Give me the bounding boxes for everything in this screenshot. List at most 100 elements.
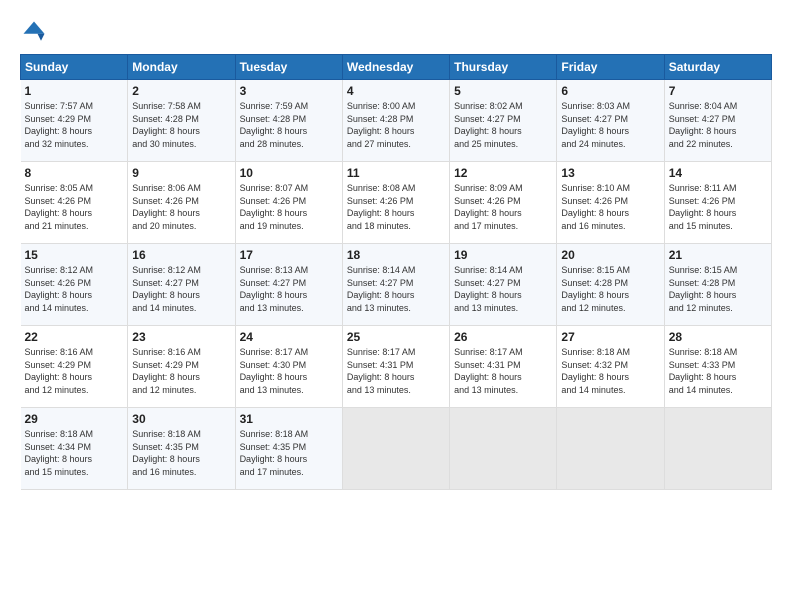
- calendar-cell: 2Sunrise: 7:58 AMSunset: 4:28 PMDaylight…: [128, 80, 235, 162]
- cell-text-line: Sunset: 4:27 PM: [347, 277, 445, 290]
- day-number: 20: [561, 248, 659, 262]
- calendar-cell: 20Sunrise: 8:15 AMSunset: 4:28 PMDayligh…: [557, 244, 664, 326]
- cell-text-line: Sunset: 4:26 PM: [25, 195, 124, 208]
- cell-text-line: Daylight: 8 hours: [669, 289, 767, 302]
- cell-text-line: Sunrise: 8:07 AM: [240, 182, 338, 195]
- cell-text-line: and 13 minutes.: [240, 302, 338, 315]
- cell-text-line: Sunset: 4:27 PM: [454, 277, 552, 290]
- cell-text-line: Sunset: 4:26 PM: [561, 195, 659, 208]
- cell-text-line: Sunrise: 8:13 AM: [240, 264, 338, 277]
- cell-text-line: Sunrise: 8:18 AM: [561, 346, 659, 359]
- cell-text-line: and 16 minutes.: [132, 466, 230, 479]
- cell-text-line: Sunrise: 8:09 AM: [454, 182, 552, 195]
- cell-text-line: and 12 minutes.: [132, 384, 230, 397]
- day-number: 2: [132, 84, 230, 98]
- cell-text-line: Sunrise: 7:57 AM: [25, 100, 124, 113]
- cell-text-line: Sunrise: 8:15 AM: [669, 264, 767, 277]
- cell-text-line: Sunrise: 8:17 AM: [347, 346, 445, 359]
- cell-text-line: Daylight: 8 hours: [454, 125, 552, 138]
- calendar-cell: 21 Sunrise: 8:15 AMSunset: 4:28 PMDayligh…: [664, 244, 771, 326]
- cell-text-line: and 12 minutes.: [25, 384, 124, 397]
- cell-text-line: Daylight: 8 hours: [132, 289, 230, 302]
- day-number: 21: [669, 248, 767, 262]
- weekday-saturday: Saturday: [664, 55, 771, 80]
- cell-text-line: Sunset: 4:31 PM: [347, 359, 445, 372]
- cell-text-line: Daylight: 8 hours: [669, 371, 767, 384]
- cell-text-line: and 13 minutes.: [347, 302, 445, 315]
- day-number: 13: [561, 166, 659, 180]
- day-number: 15: [25, 248, 124, 262]
- cell-text-line: Sunset: 4:26 PM: [240, 195, 338, 208]
- cell-text-line: Sunset: 4:28 PM: [240, 113, 338, 126]
- day-number: 26: [454, 330, 552, 344]
- cell-text-line: and 14 minutes.: [669, 384, 767, 397]
- cell-text-line: Sunrise: 8:12 AM: [132, 264, 230, 277]
- calendar-cell: 22Sunrise: 8:16 AMSunset: 4:29 PMDayligh…: [21, 326, 128, 408]
- header: [20, 18, 772, 46]
- cell-text-line: Sunset: 4:30 PM: [240, 359, 338, 372]
- cell-text-line: and 17 minutes.: [240, 466, 338, 479]
- day-number: 17: [240, 248, 338, 262]
- calendar: SundayMondayTuesdayWednesdayThursdayFrid…: [20, 54, 772, 490]
- weekday-friday: Friday: [557, 55, 664, 80]
- cell-text-line: Sunset: 4:26 PM: [25, 277, 124, 290]
- calendar-cell: 14Sunrise: 8:11 AMSunset: 4:26 PMDayligh…: [664, 162, 771, 244]
- cell-text-line: Sunrise: 8:14 AM: [454, 264, 552, 277]
- day-number: 22: [25, 330, 124, 344]
- cell-text-line: and 30 minutes.: [132, 138, 230, 151]
- weekday-monday: Monday: [128, 55, 235, 80]
- calendar-cell: 15Sunrise: 8:12 AMSunset: 4:26 PMDayligh…: [21, 244, 128, 326]
- day-number: 23: [132, 330, 230, 344]
- cell-text-line: Daylight: 8 hours: [240, 453, 338, 466]
- cell-text-line: and 15 minutes.: [25, 466, 124, 479]
- calendar-cell: 3Sunrise: 7:59 AMSunset: 4:28 PMDaylight…: [235, 80, 342, 162]
- week-row-1: 1Sunrise: 7:57 AMSunset: 4:29 PMDaylight…: [21, 80, 772, 162]
- day-number: 1: [25, 84, 124, 98]
- cell-text-line: and 17 minutes.: [454, 220, 552, 233]
- calendar-cell: [450, 408, 557, 490]
- cell-text-line: Sunrise: 8:17 AM: [454, 346, 552, 359]
- calendar-cell: 26Sunrise: 8:17 AMSunset: 4:31 PMDayligh…: [450, 326, 557, 408]
- cell-text-line: Daylight: 8 hours: [132, 207, 230, 220]
- cell-text-line: Sunrise: 7:58 AM: [132, 100, 230, 113]
- cell-text-line: Sunrise: 8:17 AM: [240, 346, 338, 359]
- cell-text-line: Daylight: 8 hours: [25, 125, 124, 138]
- cell-text-line: Sunrise: 8:03 AM: [561, 100, 659, 113]
- calendar-cell: 16Sunrise: 8:12 AMSunset: 4:27 PMDayligh…: [128, 244, 235, 326]
- cell-text-line: Sunset: 4:28 PM: [669, 277, 767, 290]
- weekday-wednesday: Wednesday: [342, 55, 449, 80]
- cell-text-line: Daylight: 8 hours: [240, 289, 338, 302]
- cell-text-line: Daylight: 8 hours: [347, 289, 445, 302]
- calendar-cell: 19Sunrise: 8:14 AMSunset: 4:27 PMDayligh…: [450, 244, 557, 326]
- calendar-cell: 12Sunrise: 8:09 AMSunset: 4:26 PMDayligh…: [450, 162, 557, 244]
- cell-text-line: Sunrise: 8:18 AM: [25, 428, 124, 441]
- cell-text-line: Sunrise: 8:00 AM: [347, 100, 445, 113]
- calendar-cell: 28Sunrise: 8:18 AMSunset: 4:33 PMDayligh…: [664, 326, 771, 408]
- cell-text-line: and 25 minutes.: [454, 138, 552, 151]
- week-row-3: 15 Sunrise: 8:12 AM Sunset: 4:26 PM Dayligh…: [21, 244, 772, 326]
- calendar-cell: 6Sunrise: 8:03 AMSunset: 4:27 PMDaylight…: [557, 80, 664, 162]
- calendar-cell: 10Sunrise: 8:07 AMSunset: 4:26 PMDayligh…: [235, 162, 342, 244]
- cell-text-line: Daylight: 8 hours: [561, 125, 659, 138]
- calendar-cell: 8Sunrise: 8:05 AMSunset: 4:26 PMDaylight…: [21, 162, 128, 244]
- day-number: 6: [561, 84, 659, 98]
- calendar-cell: [664, 408, 771, 490]
- cell-text-line: and 12 minutes.: [561, 302, 659, 315]
- calendar-cell: [557, 408, 664, 490]
- calendar-cell: 17Sunrise: 8:13 AMSunset: 4:27 PMDayligh…: [235, 244, 342, 326]
- day-number: 31: [240, 412, 338, 426]
- cell-text-line: Daylight: 8 hours: [669, 207, 767, 220]
- cell-text-line: Sunset: 4:33 PM: [669, 359, 767, 372]
- weekday-sunday: Sunday: [21, 55, 128, 80]
- cell-text-line: Sunset: 4:27 PM: [132, 277, 230, 290]
- cell-text-line: Sunset: 4:26 PM: [347, 195, 445, 208]
- cell-text-line: Sunset: 4:28 PM: [347, 113, 445, 126]
- day-number: 28: [669, 330, 767, 344]
- cell-text-line: Sunset: 4:26 PM: [132, 195, 230, 208]
- day-number: 25: [347, 330, 445, 344]
- cell-text-line: Sunrise: 8:15 AM: [561, 264, 659, 277]
- cell-text-line: and 13 minutes.: [454, 302, 552, 315]
- cell-text-line: Sunset: 4:27 PM: [454, 113, 552, 126]
- cell-text-line: and 13 minutes.: [454, 384, 552, 397]
- cell-text-line: Daylight: 8 hours: [347, 125, 445, 138]
